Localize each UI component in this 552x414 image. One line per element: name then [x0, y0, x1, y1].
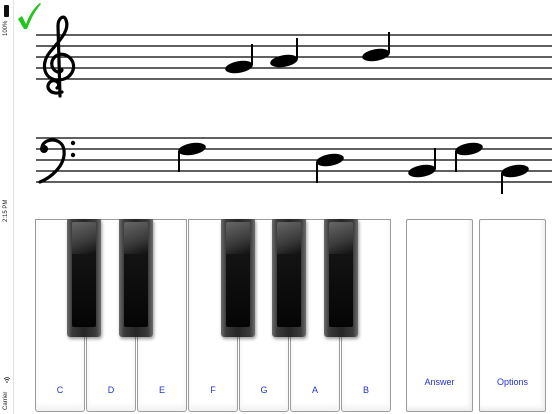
key-label: F	[210, 385, 216, 395]
treble-notes	[225, 32, 390, 74]
bass-clef-icon	[38, 138, 76, 184]
black-key-c-sharp[interactable]	[67, 219, 101, 337]
options-button[interactable]: Options	[479, 219, 546, 412]
key-label: B	[362, 385, 369, 395]
black-key-g-sharp[interactable]	[272, 219, 306, 337]
key-label: E	[158, 385, 165, 395]
black-key-f-sharp[interactable]	[221, 219, 255, 337]
treble-staff	[36, 15, 552, 98]
bass-note	[408, 148, 436, 178]
key-label: A	[311, 385, 318, 395]
piano-keyboard: C D E F G A B	[32, 219, 401, 414]
answer-label: Answer	[424, 377, 455, 387]
key-label: C	[56, 385, 64, 395]
carrier-label: Carrier	[3, 391, 9, 410]
bass-note	[178, 142, 206, 172]
answer-button[interactable]: Answer	[406, 219, 473, 412]
bass-note	[455, 142, 483, 172]
key-label: D	[107, 385, 115, 395]
options-label: Options	[496, 377, 529, 387]
key-label: G	[260, 385, 268, 395]
status-time: 2:15 PM	[3, 199, 9, 222]
bass-note	[316, 153, 344, 183]
wifi-icon	[3, 377, 11, 383]
black-key-a-sharp[interactable]	[324, 219, 358, 337]
treble-note	[362, 32, 390, 62]
black-key-d-sharp[interactable]	[119, 219, 153, 337]
treble-note	[270, 38, 298, 68]
treble-note	[225, 44, 253, 74]
bass-note	[501, 164, 529, 194]
bass-staff	[36, 137, 552, 194]
